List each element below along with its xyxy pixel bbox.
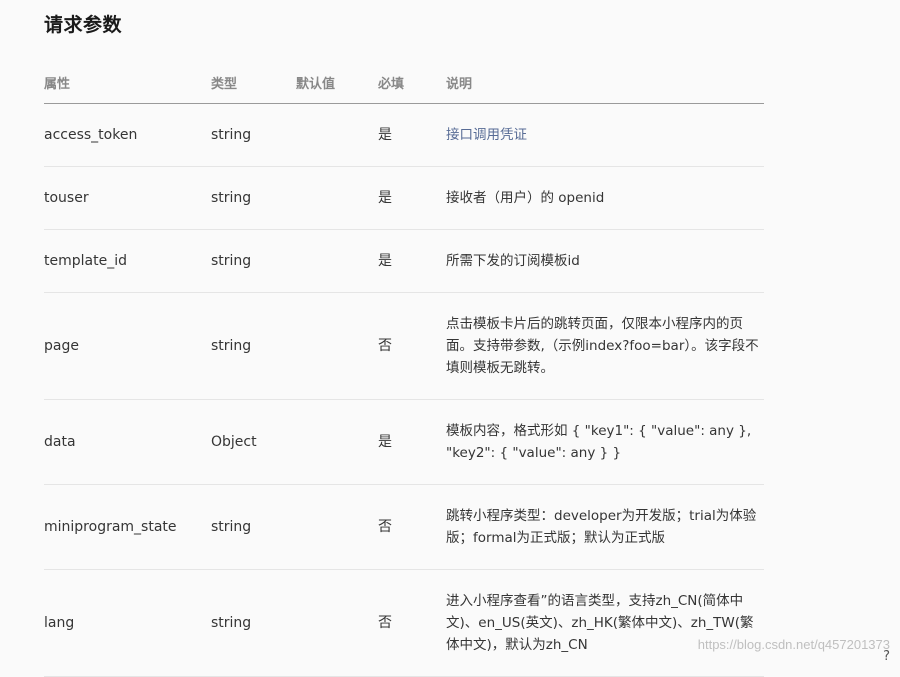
watermark-text: https://blog.csdn.net/q457201373 xyxy=(697,637,890,652)
table-row: touser string 是 接收者（用户）的 openid xyxy=(44,166,764,230)
param-required: 是 xyxy=(378,166,446,230)
param-name: touser xyxy=(44,166,211,230)
param-name: access_token xyxy=(44,103,211,167)
param-default xyxy=(296,484,378,570)
param-desc: 模板内容，格式形如 { "key1": { "value": any }, "k… xyxy=(446,399,764,485)
param-type: string xyxy=(211,569,296,677)
table-row: page string 否 点击模板卡片后的跳转页面，仅限本小程序内的页面。支持… xyxy=(44,292,764,400)
param-desc: 点击模板卡片后的跳转页面，仅限本小程序内的页面。支持带参数,（示例index?f… xyxy=(446,292,764,400)
table-row: template_id string 是 所需下发的订阅模板id xyxy=(44,229,764,293)
param-type: string xyxy=(211,292,296,400)
param-required: 否 xyxy=(378,484,446,570)
param-default xyxy=(296,399,378,485)
param-name: template_id xyxy=(44,229,211,293)
param-name: data xyxy=(44,399,211,485)
param-default xyxy=(296,292,378,400)
param-desc: 接收者（用户）的 openid xyxy=(446,166,764,230)
param-default xyxy=(296,569,378,677)
param-default xyxy=(296,166,378,230)
param-required: 否 xyxy=(378,569,446,677)
column-header-desc: 说明 xyxy=(446,62,764,104)
table-row: lang string 否 进入小程序查看”的语言类型，支持zh_CN(简体中文… xyxy=(44,569,764,677)
column-header-type: 类型 xyxy=(211,62,296,104)
param-required: 是 xyxy=(378,229,446,293)
param-required: 否 xyxy=(378,292,446,400)
param-desc-link[interactable]: 接口调用凭证 xyxy=(446,127,527,143)
table-row: miniprogram_state string 否 跳转小程序类型：devel… xyxy=(44,484,764,570)
column-header-default: 默认值 xyxy=(296,62,378,104)
param-default xyxy=(296,103,378,167)
param-desc: 跳转小程序类型：developer为开发版；trial为体验版；formal为正… xyxy=(446,484,764,570)
param-type: string xyxy=(211,103,296,167)
param-type: string xyxy=(211,484,296,570)
param-name: lang xyxy=(44,569,211,677)
table-row: data Object 是 模板内容，格式形如 { "key1": { "val… xyxy=(44,399,764,485)
param-required: 是 xyxy=(378,103,446,167)
param-desc: 所需下发的订阅模板id xyxy=(446,229,764,293)
param-type: string xyxy=(211,229,296,293)
help-icon[interactable]: ? xyxy=(883,649,890,664)
param-default xyxy=(296,229,378,293)
column-header-required: 必填 xyxy=(378,62,446,104)
table-row: access_token string 是 接口调用凭证 xyxy=(44,103,764,167)
request-params-table: 属性 类型 默认值 必填 说明 access_token string 是 接口… xyxy=(44,62,764,677)
param-desc: 进入小程序查看”的语言类型，支持zh_CN(简体中文)、en_US(英文)、zh… xyxy=(446,569,764,677)
param-type: Object xyxy=(211,399,296,485)
table-header-row: 属性 类型 默认值 必填 说明 xyxy=(44,62,764,104)
param-required: 是 xyxy=(378,399,446,485)
param-desc: 接口调用凭证 xyxy=(446,103,764,167)
column-header-attr: 属性 xyxy=(44,62,211,104)
param-name: page xyxy=(44,292,211,400)
param-type: string xyxy=(211,166,296,230)
page-title: 请求参数 xyxy=(44,14,123,36)
param-name: miniprogram_state xyxy=(44,484,211,570)
